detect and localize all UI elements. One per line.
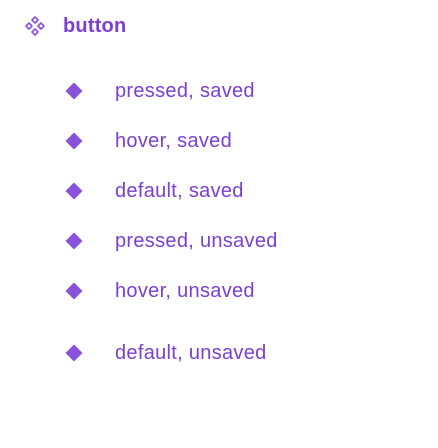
variant-diamond-icon: [63, 230, 85, 252]
variant-item-pressed-unsaved[interactable]: pressed, unsaved: [63, 223, 278, 259]
variant-diamond-icon: [63, 180, 85, 202]
variant-label: pressed, unsaved: [115, 229, 278, 252]
variant-diamond-icon: [63, 130, 85, 152]
variant-diamond-icon: [63, 280, 85, 302]
component-set-icon: [24, 15, 46, 37]
component-set-label: button: [63, 14, 127, 37]
variant-item-default-saved[interactable]: default, saved: [63, 173, 244, 209]
variant-label: pressed, saved: [115, 79, 255, 102]
variant-item-default-unsaved[interactable]: default, unsaved: [63, 335, 267, 371]
variant-item-pressed-saved[interactable]: pressed, saved: [63, 73, 255, 109]
variant-label: default, unsaved: [115, 341, 267, 364]
variant-label: default, saved: [115, 179, 244, 202]
component-set-row[interactable]: button: [24, 12, 126, 40]
variant-item-hover-unsaved[interactable]: hover, unsaved: [63, 273, 255, 309]
variant-label: hover, unsaved: [115, 279, 255, 302]
variant-label: hover, saved: [115, 129, 233, 152]
variant-diamond-icon: [63, 342, 85, 364]
variant-diamond-icon: [63, 80, 85, 102]
variant-item-hover-saved[interactable]: hover, saved: [63, 123, 232, 159]
